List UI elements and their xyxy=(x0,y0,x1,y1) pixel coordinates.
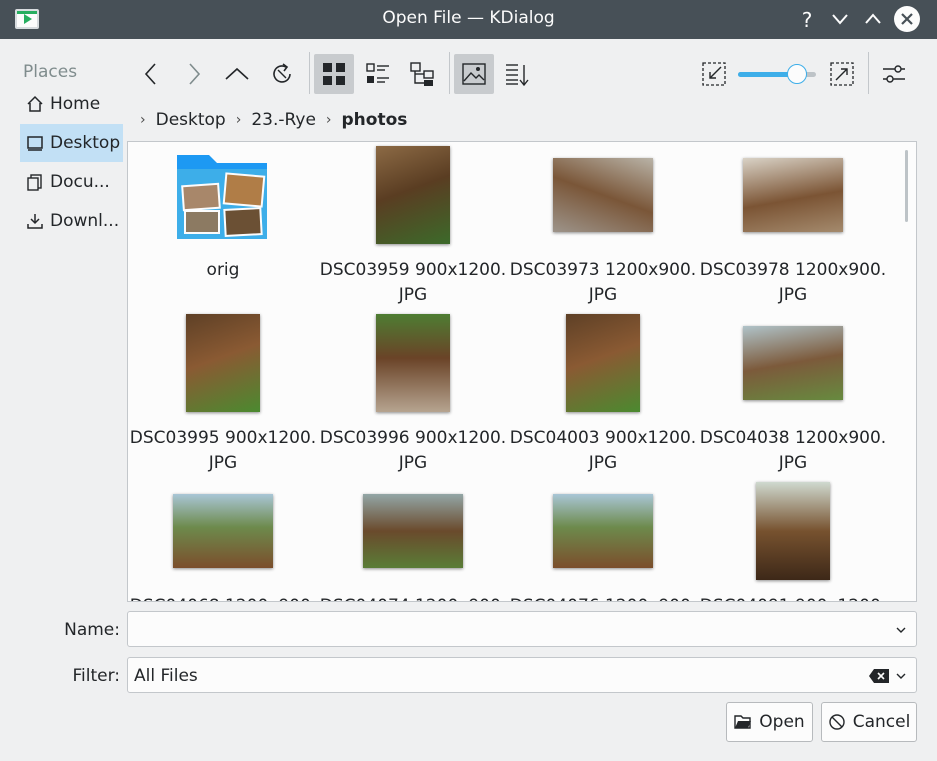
file-item-image[interactable]: DSC04068 1200x900. xyxy=(128,482,318,601)
name-label: Name: xyxy=(64,620,120,640)
file-name: DSC03978 1200x900. JPG xyxy=(699,260,887,305)
file-item-image[interactable]: DSC04074 1200x900. xyxy=(318,482,508,601)
image-thumbnail xyxy=(756,482,830,580)
chevron-down-icon[interactable] xyxy=(895,624,907,636)
image-thumbnail xyxy=(376,146,450,244)
tree-view-icon[interactable] xyxy=(402,54,442,94)
chevron-right-icon[interactable]: › xyxy=(326,112,332,128)
image-thumbnail xyxy=(743,158,843,232)
file-item-image[interactable]: DSC03959 900x1200. JPG xyxy=(318,146,508,308)
sidebar-item-documents[interactable]: Docu... xyxy=(20,163,123,201)
file-name: DSC04068 1200x900. xyxy=(128,594,318,601)
title-bar: Open File — KDialog ? xyxy=(0,0,937,39)
file-item-image[interactable]: DSC04038 1200x900. JPG xyxy=(698,314,888,476)
breadcrumb-current[interactable]: photos xyxy=(342,110,408,130)
toolbar-separator xyxy=(868,52,869,94)
file-name: DSC04091 900x1200. xyxy=(698,594,888,601)
back-icon[interactable] xyxy=(131,54,171,94)
file-item-image[interactable]: DSC03995 900x1200. JPG xyxy=(128,314,318,476)
options-icon[interactable] xyxy=(874,54,914,94)
zoom-slider-handle[interactable] xyxy=(787,64,807,84)
home-icon xyxy=(27,95,43,112)
file-name: DSC04038 1200x900. JPG xyxy=(699,428,887,473)
file-name: DSC04074 1200x900. xyxy=(318,594,508,601)
file-view[interactable]: orig DSC03959 900x1200. JPG DSC03973 120… xyxy=(127,141,917,602)
filter-combobox[interactable] xyxy=(127,657,917,693)
svg-text:?: ? xyxy=(802,8,813,32)
up-icon[interactable] xyxy=(217,54,257,94)
forward-icon[interactable] xyxy=(174,54,214,94)
open-button[interactable]: Open xyxy=(726,702,813,742)
maximize-icon[interactable] xyxy=(860,6,886,32)
downloads-icon xyxy=(27,214,43,229)
chevron-right-icon[interactable]: › xyxy=(236,112,242,128)
minimize-icon[interactable] xyxy=(827,6,853,32)
file-name: DSC04076 1200x900. xyxy=(508,594,698,601)
file-name: DSC03959 900x1200. JPG xyxy=(319,260,507,305)
image-thumbnail xyxy=(743,326,843,400)
compact-view-icon[interactable] xyxy=(358,54,398,94)
zoom-in-icon[interactable] xyxy=(822,54,862,94)
sidebar-item-label: Home xyxy=(50,94,101,114)
file-item-image[interactable]: DSC03996 900x1200. JPG xyxy=(318,314,508,476)
places-heading: Places xyxy=(23,62,78,82)
scrollbar[interactable] xyxy=(905,150,908,222)
file-name: orig xyxy=(206,260,240,280)
image-thumbnail xyxy=(376,314,450,412)
file-item-image[interactable]: DSC04003 900x1200. JPG xyxy=(508,314,698,476)
file-name: DSC03973 1200x900. JPG xyxy=(509,260,697,305)
desktop-icon xyxy=(27,136,43,151)
cancel-icon xyxy=(829,714,845,730)
sidebar-item-label: Docu... xyxy=(50,172,110,192)
toolbar-separator xyxy=(449,52,450,94)
breadcrumb: › Desktop › 23.-Rye › photos xyxy=(130,107,407,133)
filter-label: Filter: xyxy=(72,666,120,686)
image-thumbnail xyxy=(363,494,463,568)
sidebar-item-label: Downl... xyxy=(50,211,120,231)
reload-icon[interactable] xyxy=(262,54,302,94)
filter-input[interactable] xyxy=(134,664,864,688)
cancel-button-label: Cancel xyxy=(852,712,911,732)
image-thumbnail xyxy=(553,158,653,232)
image-thumbnail xyxy=(553,494,653,568)
chevron-down-icon[interactable] xyxy=(895,670,907,682)
name-input[interactable] xyxy=(134,618,864,642)
toolbar-separator xyxy=(309,52,310,94)
help-icon[interactable]: ? xyxy=(794,6,820,32)
sidebar-item-desktop[interactable]: Desktop xyxy=(20,124,123,162)
image-thumbnail xyxy=(173,494,273,568)
sort-icon[interactable] xyxy=(497,54,537,94)
sidebar-item-label: Desktop xyxy=(50,133,121,153)
image-thumbnail xyxy=(566,314,640,412)
file-item-image[interactable]: DSC03978 1200x900. JPG xyxy=(698,146,888,308)
sidebar-item-home[interactable]: Home xyxy=(20,85,123,123)
file-item-folder[interactable]: orig xyxy=(128,146,318,283)
preview-icon[interactable] xyxy=(454,54,494,94)
file-name: DSC03996 900x1200. JPG xyxy=(319,428,507,473)
open-folder-icon xyxy=(734,715,752,729)
zoom-out-icon[interactable] xyxy=(694,54,734,94)
open-button-label: Open xyxy=(759,712,805,732)
icons-view-icon[interactable] xyxy=(314,54,354,94)
file-name: DSC04003 900x1200. JPG xyxy=(509,428,697,473)
folder-icon xyxy=(177,155,267,239)
breadcrumb-item[interactable]: Desktop xyxy=(156,110,226,130)
file-item-image[interactable]: DSC03973 1200x900. JPG xyxy=(508,146,698,308)
clear-text-icon[interactable] xyxy=(868,668,890,684)
chevron-right-icon[interactable]: › xyxy=(140,112,146,128)
file-name: DSC03995 900x1200. JPG xyxy=(129,428,317,473)
cancel-button[interactable]: Cancel xyxy=(821,702,917,742)
name-combobox[interactable] xyxy=(127,611,917,647)
file-item-image[interactable]: DSC04076 1200x900. xyxy=(508,482,698,601)
file-item-image[interactable]: DSC04091 900x1200. xyxy=(698,482,888,601)
documents-icon xyxy=(27,174,42,191)
close-icon[interactable] xyxy=(894,6,920,32)
image-thumbnail xyxy=(186,314,260,412)
breadcrumb-item[interactable]: 23.-Rye xyxy=(251,110,316,130)
sidebar-item-downloads[interactable]: Downl... xyxy=(20,202,123,240)
